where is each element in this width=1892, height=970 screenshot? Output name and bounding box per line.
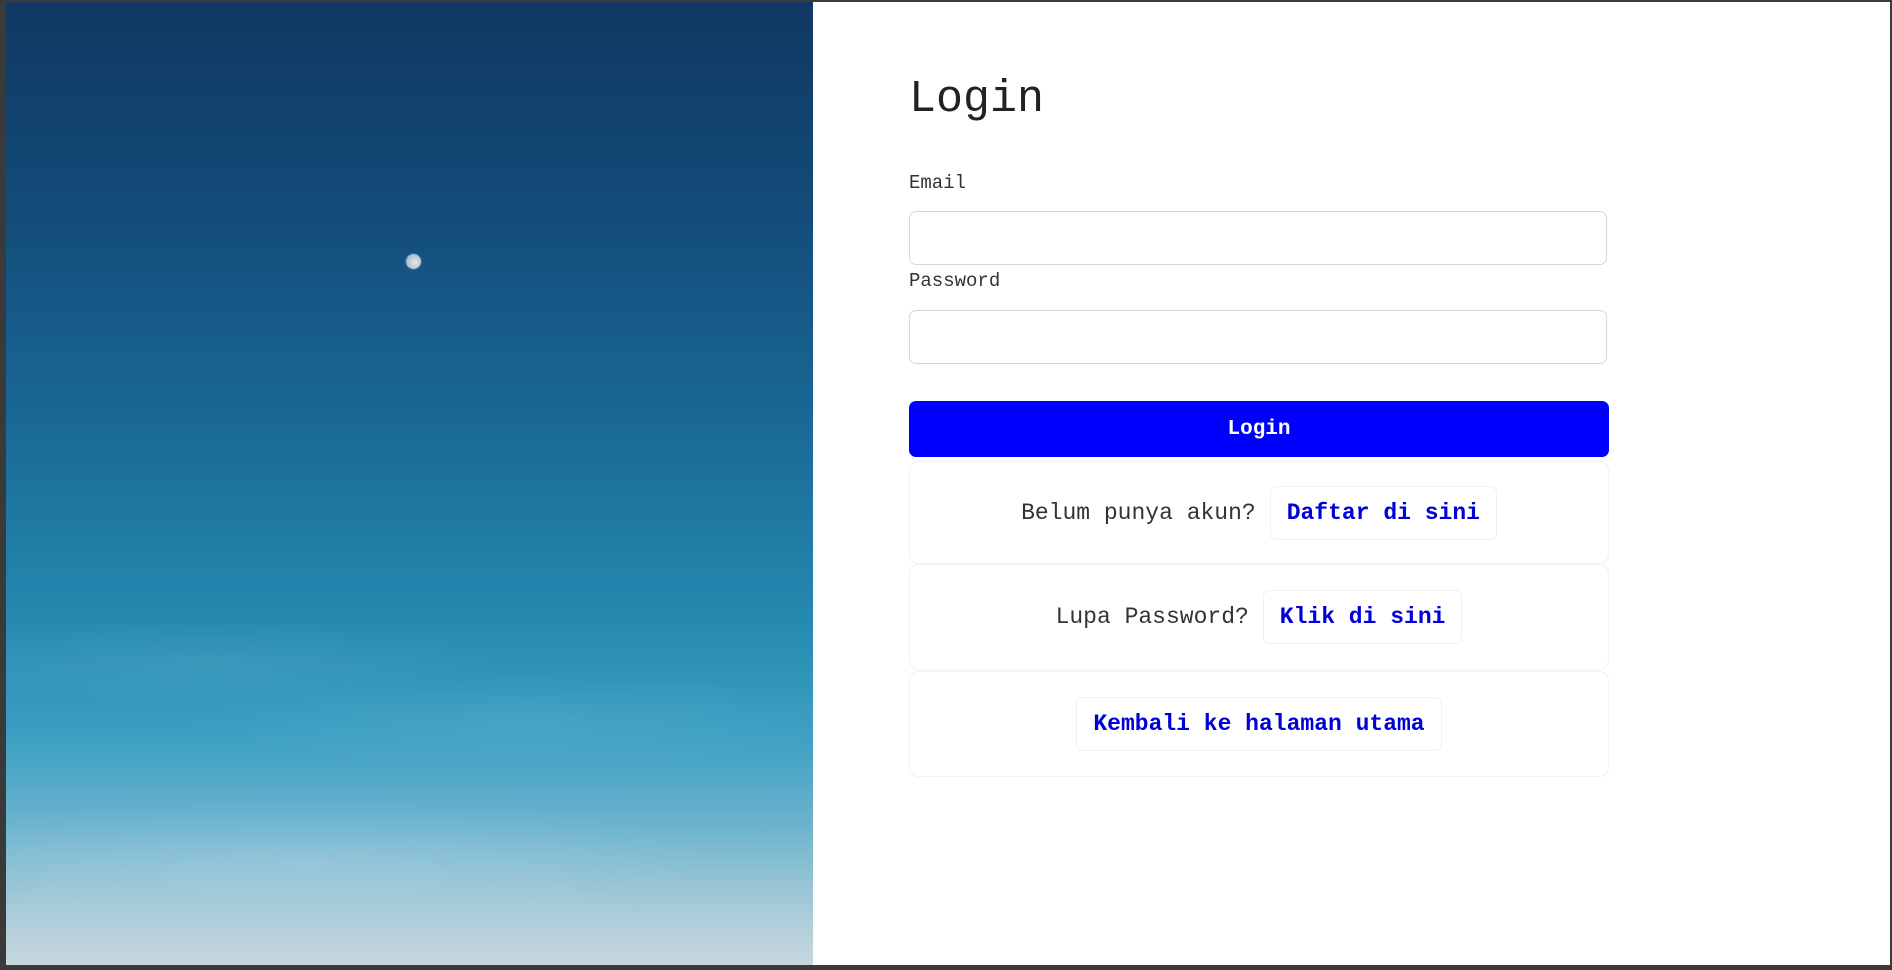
cloud-haze: [6, 2, 813, 965]
home-card: Kembali ke halaman utama: [909, 671, 1609, 777]
register-prompt: Belum punya akun?: [1021, 499, 1256, 526]
login-page: Login Email Password Login Belum punya a…: [6, 2, 1890, 965]
register-card: Belum punya akun? Daftar di sini: [909, 461, 1609, 564]
login-panel: Login Email Password Login Belum punya a…: [813, 2, 1890, 965]
forgot-password-card: Lupa Password? Klik di sini: [909, 564, 1609, 670]
register-link[interactable]: Daftar di sini: [1269, 485, 1497, 540]
sky-with-moon-image: [6, 2, 813, 965]
password-field[interactable]: [909, 310, 1607, 364]
moon-icon: [406, 254, 421, 269]
email-field[interactable]: [909, 211, 1607, 265]
forgot-password-link[interactable]: Klik di sini: [1262, 590, 1463, 644]
login-button[interactable]: Login: [909, 401, 1609, 457]
email-label: Email: [909, 172, 967, 194]
back-to-home-link[interactable]: Kembali ke halaman utama: [1076, 697, 1442, 751]
forgot-password-prompt: Lupa Password?: [1055, 604, 1249, 630]
page-title: Login: [909, 74, 1045, 125]
password-label: Password: [909, 270, 1001, 292]
